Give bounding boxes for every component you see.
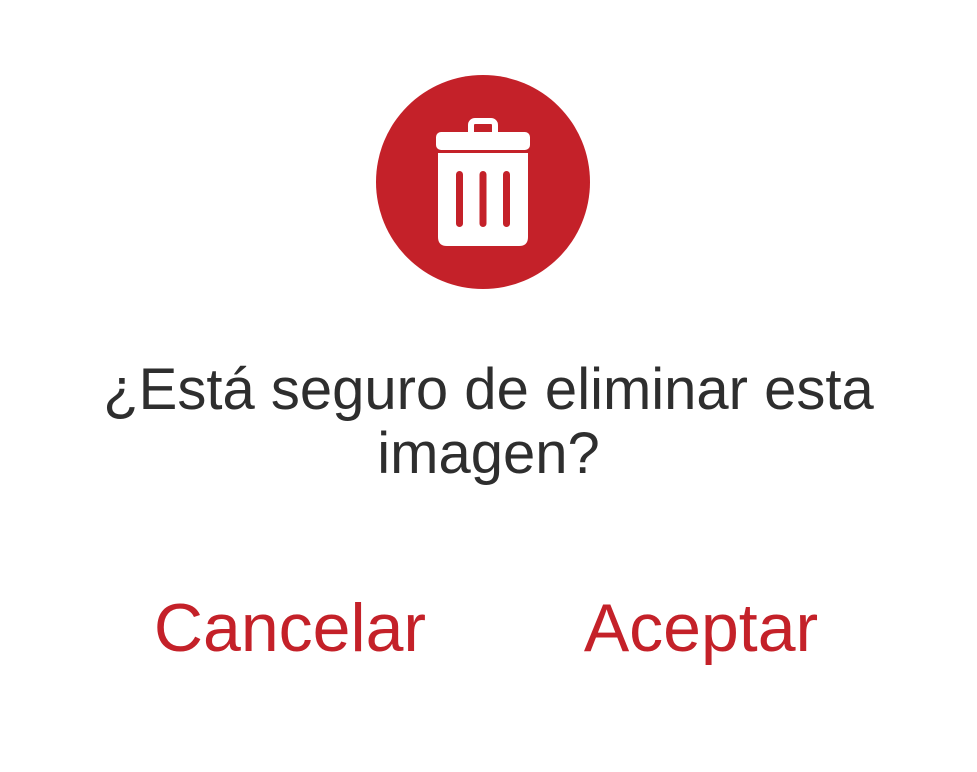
accept-button[interactable]: Aceptar [556, 588, 846, 668]
trash-icon-badge [376, 75, 590, 289]
delete-image-dialog: ¿Está seguro de eliminar esta imagen? Ca… [0, 0, 977, 772]
confirm-message: ¿Está seguro de eliminar esta imagen? [103, 357, 874, 486]
cancel-button[interactable]: Cancelar [130, 588, 450, 668]
trash-can-icon [436, 118, 530, 246]
